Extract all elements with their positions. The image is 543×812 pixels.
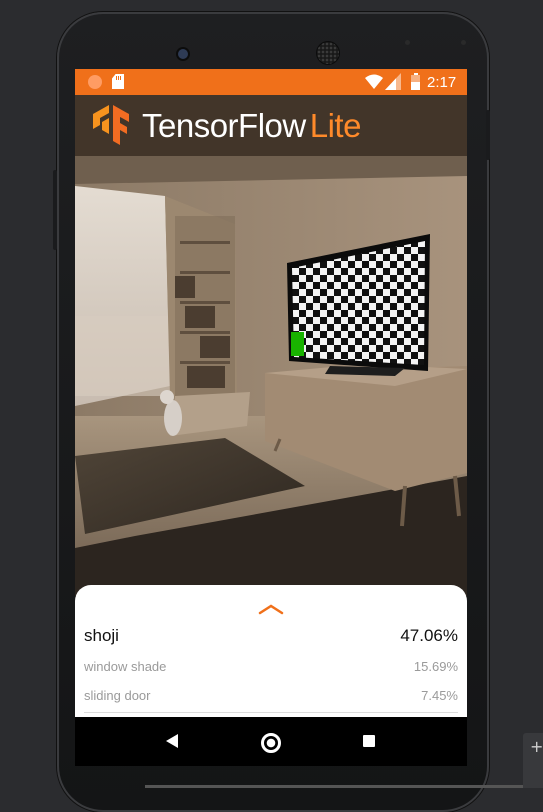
cell-signal-icon: [385, 73, 401, 90]
result-row: shoji 47.06%: [84, 626, 458, 646]
navigation-bar: [75, 717, 467, 766]
volume-button: [53, 170, 57, 250]
front-camera: [178, 49, 188, 59]
notification-circle-icon: [88, 75, 102, 89]
home-icon[interactable]: [261, 733, 281, 753]
battery-icon: [411, 73, 420, 90]
wifi-icon: [365, 74, 383, 89]
light-sensor: [461, 40, 466, 45]
plus-icon[interactable]: +: [530, 737, 543, 756]
result-label: sliding door: [84, 688, 151, 703]
result-confidence: 15.69%: [413, 659, 458, 674]
sheet-divider: [84, 712, 458, 713]
tensorflow-logo-icon: [93, 105, 129, 145]
earpiece-speaker: [317, 42, 339, 64]
device-screen: 2:17 TensorFlow Lite shoji 47.06% window…: [75, 69, 467, 766]
result-confidence: 7.45%: [421, 688, 458, 703]
result-row: window shade 15.69%: [84, 659, 458, 675]
results-bottom-sheet[interactable]: shoji 47.06% window shade 15.69% sliding…: [75, 585, 467, 717]
brand-tensorflow: TensorFlow: [142, 107, 306, 144]
app-brand-title: TensorFlow Lite: [142, 107, 361, 145]
status-time: 2:17: [427, 74, 457, 91]
status-bar: 2:17: [75, 69, 467, 95]
power-button: [486, 110, 490, 160]
camera-preview: [75, 156, 467, 596]
sd-card-icon: [112, 74, 124, 89]
result-row: sliding door 7.45%: [84, 688, 458, 704]
proximity-sensor: [405, 40, 410, 45]
result-label: shoji: [84, 626, 119, 645]
result-label: window shade: [84, 659, 167, 674]
app-bar: TensorFlow Lite: [75, 95, 467, 156]
chevron-up-icon[interactable]: [258, 603, 284, 615]
emulator-side-panel: +: [523, 733, 543, 788]
recents-icon[interactable]: [363, 735, 375, 747]
brand-lite: Lite: [309, 107, 362, 144]
result-confidence: 47.06%: [400, 626, 458, 645]
back-icon[interactable]: [165, 733, 179, 749]
